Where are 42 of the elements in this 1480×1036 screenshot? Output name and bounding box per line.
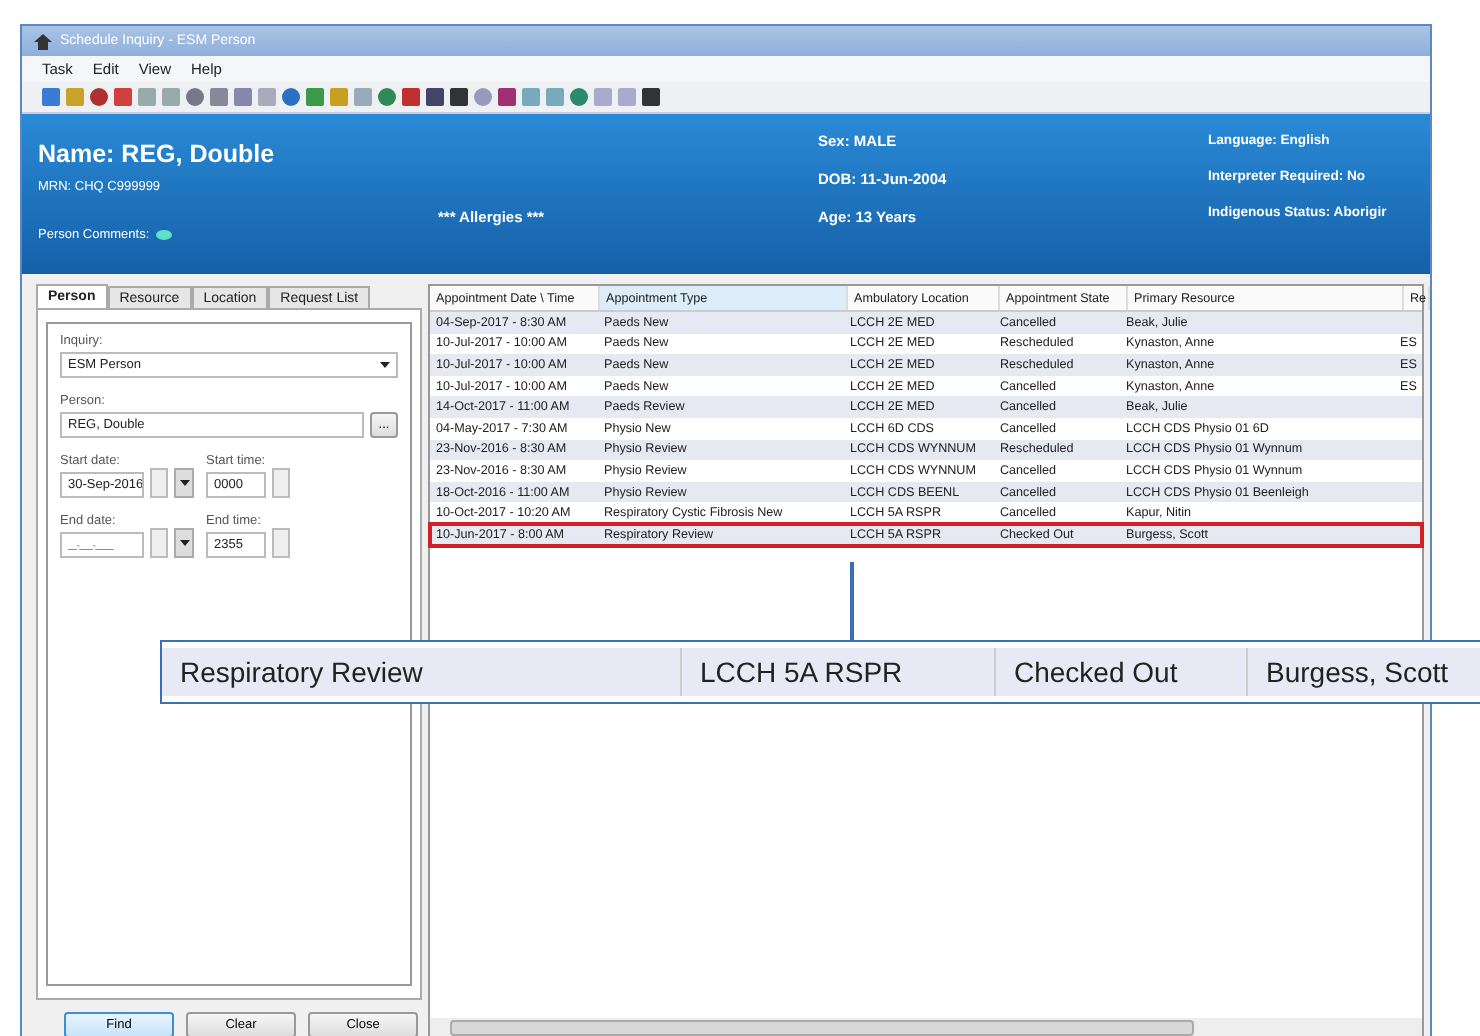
square-icon[interactable] <box>66 88 84 106</box>
square-icon[interactable] <box>354 88 372 106</box>
square-icon[interactable] <box>594 88 612 106</box>
circle-icon[interactable] <box>570 88 588 106</box>
circle-icon[interactable] <box>90 88 108 106</box>
dropdown-button[interactable] <box>174 468 194 498</box>
magnified-cell: Checked Out <box>996 648 1248 696</box>
caret-icon <box>179 480 189 486</box>
square-icon[interactable] <box>258 88 276 106</box>
spin-button[interactable] <box>272 468 290 498</box>
speech-bubble-icon[interactable] <box>155 229 172 241</box>
square-icon[interactable] <box>162 88 180 106</box>
horizontal-scrollbar[interactable] <box>430 1018 1422 1036</box>
square-icon[interactable] <box>234 88 252 106</box>
caret-icon <box>179 540 189 546</box>
square-icon[interactable] <box>498 88 516 106</box>
patient-name: Name: REG, Double <box>38 140 277 168</box>
square-icon[interactable] <box>114 88 132 106</box>
caret-icon <box>380 362 390 368</box>
magnified-cell: Respiratory Review <box>162 648 682 696</box>
circle-icon[interactable] <box>474 88 492 106</box>
square-icon[interactable] <box>618 88 636 106</box>
square-icon[interactable] <box>426 88 444 106</box>
square-icon[interactable] <box>546 88 564 106</box>
circle-icon[interactable] <box>378 88 396 106</box>
app-icon <box>34 33 52 49</box>
magnified-cell: LCCH 5A RSPR <box>682 648 996 696</box>
dropdown-button[interactable] <box>174 528 194 558</box>
scroll-thumb[interactable] <box>450 1019 1194 1035</box>
circle-icon[interactable] <box>186 88 204 106</box>
square-icon[interactable] <box>642 88 660 106</box>
magnified-cell: Burgess, Scott <box>1248 648 1480 696</box>
square-icon[interactable] <box>522 88 540 106</box>
square-icon[interactable] <box>138 88 156 106</box>
square-icon[interactable] <box>402 88 420 106</box>
circle-icon[interactable] <box>282 88 300 106</box>
square-icon[interactable] <box>450 88 468 106</box>
square-icon[interactable] <box>330 88 348 106</box>
square-icon[interactable] <box>306 88 324 106</box>
spin-button[interactable] <box>272 528 290 558</box>
square-icon[interactable] <box>210 88 228 106</box>
square-icon[interactable] <box>42 88 60 106</box>
